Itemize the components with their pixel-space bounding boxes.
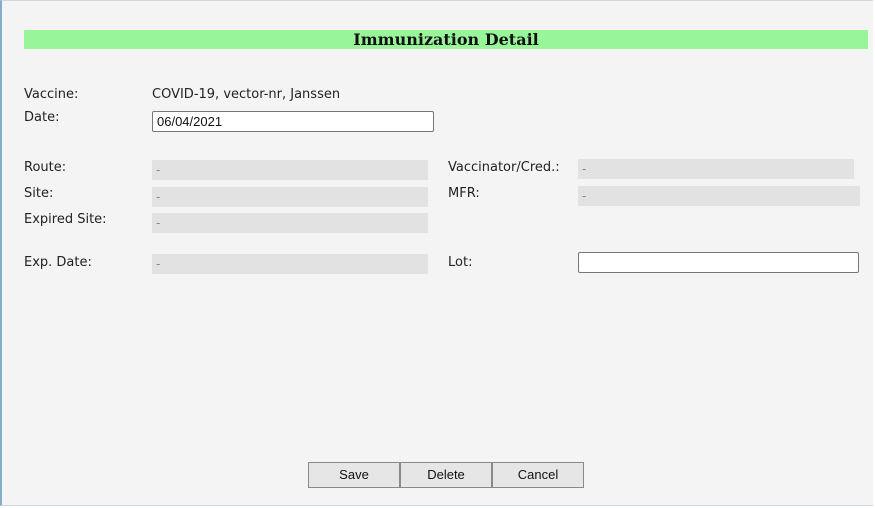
immunization-detail-panel: Immunization Detail Vaccine: COVID-19, v… (0, 0, 873, 506)
lot-input[interactable] (578, 252, 859, 273)
date-label: Date: (24, 110, 60, 125)
panel-title: Immunization Detail (24, 30, 868, 49)
route-field: - (152, 160, 428, 180)
cancel-button[interactable]: Cancel (492, 462, 584, 488)
expired-site-label: Expired Site: (24, 212, 107, 227)
route-label: Route: (24, 160, 67, 175)
vaccinator-field: - (578, 159, 854, 179)
date-input[interactable] (152, 111, 434, 132)
save-button[interactable]: Save (308, 462, 400, 488)
vaccinator-label: Vaccinator/Cred.: (448, 160, 560, 175)
mfr-label: MFR: (448, 186, 480, 201)
mfr-field: - (578, 186, 860, 206)
delete-button[interactable]: Delete (400, 462, 492, 488)
vaccine-label: Vaccine: (24, 87, 79, 102)
site-label: Site: (24, 186, 54, 201)
exp-date-field: - (152, 254, 428, 274)
vaccine-value: COVID-19, vector-nr, Janssen (152, 87, 341, 102)
exp-date-label: Exp. Date: (24, 255, 92, 270)
expired-site-field: - (152, 213, 428, 233)
site-field: - (152, 187, 428, 207)
lot-label: Lot: (448, 255, 473, 270)
